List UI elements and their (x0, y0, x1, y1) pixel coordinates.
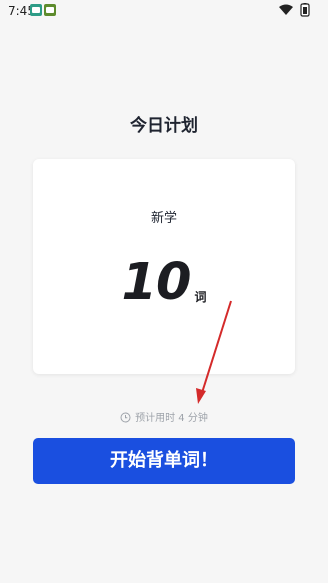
clock-icon (120, 412, 131, 423)
battery-icon (300, 3, 310, 17)
status-bar: 7:45 (0, 0, 328, 24)
page-title: 今日计划 (130, 116, 198, 136)
start-learning-button[interactable]: 开始背单词！ (33, 438, 295, 484)
estimated-time: 预计用时 4 分钟 (0, 409, 328, 424)
estimated-time-text: 预计用时 4 分钟 (135, 413, 208, 424)
notification-app-icon (30, 4, 42, 16)
plan-label: 新学 (150, 211, 177, 226)
status-icons (278, 3, 320, 17)
plan-card: 新学 10 词 (33, 159, 295, 374)
plan-unit: 词 (194, 290, 207, 304)
plan-count-row: 10 词 (33, 257, 295, 308)
notification-game-icon (44, 4, 56, 16)
plan-count: 10 (121, 253, 192, 312)
wifi-icon (279, 4, 293, 15)
